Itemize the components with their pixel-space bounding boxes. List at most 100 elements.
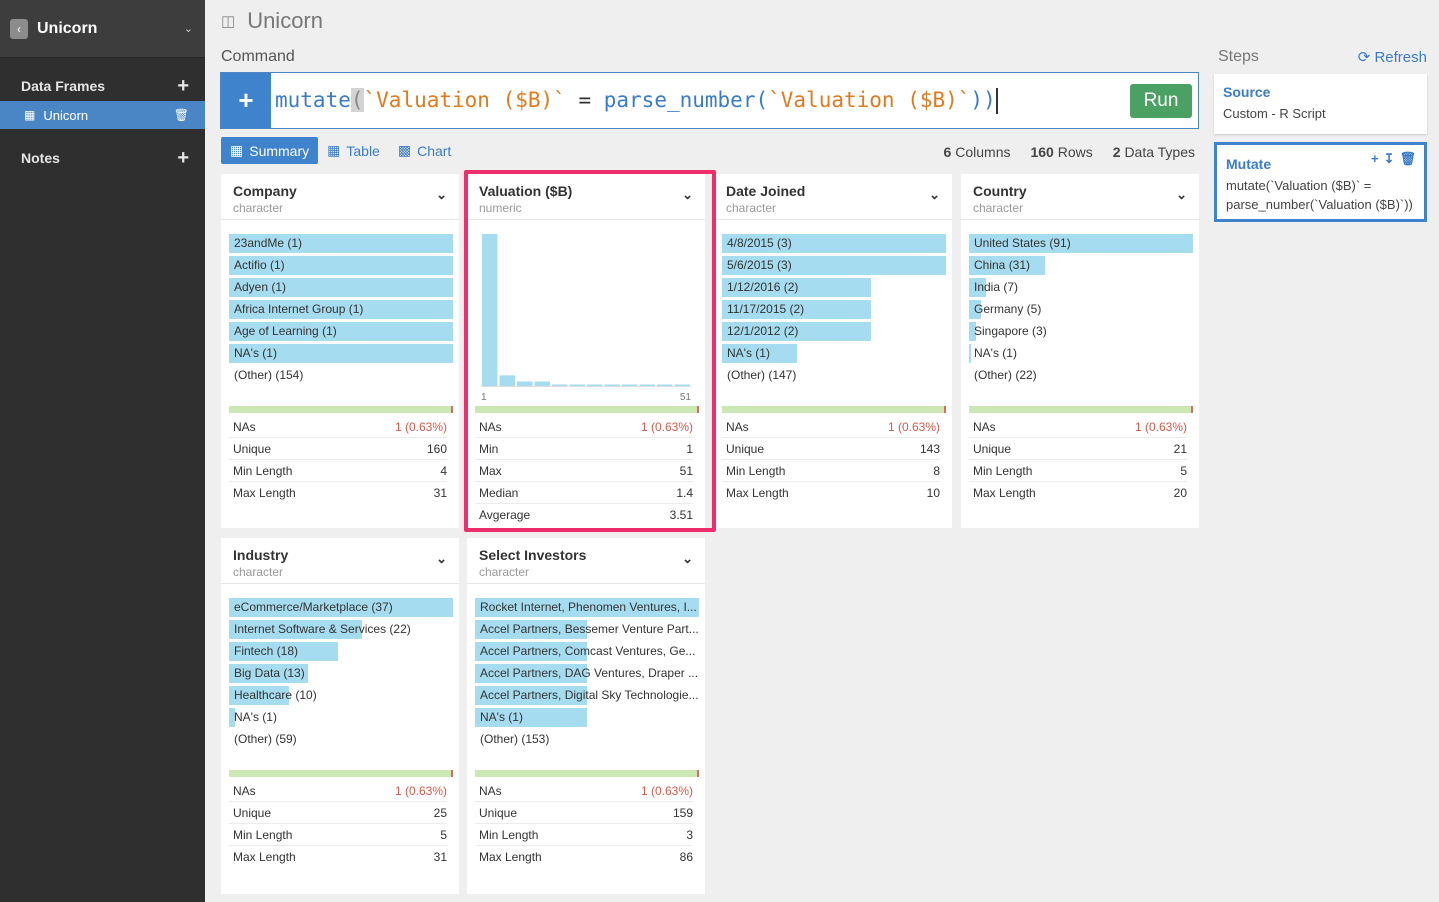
- step-description: Custom - R Script: [1223, 106, 1326, 121]
- value-bar[interactable]: 12/1/2012 (2): [722, 322, 946, 341]
- value-bar[interactable]: Adyen (1): [229, 278, 453, 297]
- histogram-bar[interactable]: [674, 384, 691, 386]
- stat-key: Min Length: [479, 827, 539, 842]
- project-title: Unicorn: [37, 19, 98, 37]
- stat-key: Min: [479, 441, 499, 456]
- value-bar[interactable]: United States (91): [969, 234, 1193, 253]
- value-bar[interactable]: Accel Partners, Digital Sky Technologie.…: [475, 686, 699, 705]
- value-bar[interactable]: NA's (1): [229, 344, 453, 363]
- run-button[interactable]: Run: [1130, 83, 1192, 118]
- stat-key: NAs: [479, 419, 502, 434]
- histogram-bar[interactable]: [657, 384, 673, 386]
- histogram-bar[interactable]: [517, 381, 533, 386]
- histogram-bar[interactable]: [534, 381, 551, 386]
- sidebar-item-label: Unicorn: [43, 107, 89, 123]
- chevron-down-icon[interactable]: ⌄: [436, 187, 447, 203]
- value-bar[interactable]: (Other) (154): [229, 366, 453, 385]
- value-bar[interactable]: NA's (1): [475, 708, 699, 727]
- bar-label: Actifio (1): [234, 258, 285, 272]
- tab-table[interactable]: ▦ Table: [318, 137, 389, 164]
- value-bar[interactable]: NA's (1): [229, 708, 453, 727]
- stats-row: Min Length 4: [229, 460, 447, 482]
- add-note-icon[interactable]: +: [177, 148, 189, 168]
- stat-value: 51: [679, 463, 693, 478]
- value-bar[interactable]: 11/17/2015 (2): [722, 300, 946, 319]
- step-source[interactable]: Source Custom - R Script: [1214, 74, 1427, 134]
- bar-label: 4/8/2015 (3): [727, 236, 792, 250]
- value-bar[interactable]: India (7): [969, 278, 1193, 297]
- bar-label: Accel Partners, Digital Sky Technologie.…: [480, 688, 699, 702]
- back-icon[interactable]: ‹: [10, 18, 28, 39]
- value-bar[interactable]: Africa Internet Group (1): [229, 300, 453, 319]
- histogram-bar[interactable]: [604, 384, 621, 386]
- value-bar[interactable]: NA's (1): [722, 344, 946, 363]
- chevron-down-icon[interactable]: ⌄: [436, 551, 447, 567]
- value-bar[interactable]: (Other) (22): [969, 366, 1193, 385]
- x-max-label: 51: [680, 392, 691, 403]
- value-bar[interactable]: 5/6/2015 (3): [722, 256, 946, 275]
- value-bar[interactable]: Internet Software & Services (22): [229, 620, 453, 639]
- value-bar[interactable]: Actifio (1): [229, 256, 453, 275]
- value-bar[interactable]: 23andMe (1): [229, 234, 453, 253]
- chevron-down-icon[interactable]: ⌄: [184, 22, 193, 35]
- value-bar[interactable]: (Other) (147): [722, 366, 946, 385]
- tab-summary[interactable]: ▦ Summary: [221, 137, 319, 164]
- bar-label: Accel Partners, Bessemer Venture Part...: [480, 622, 699, 636]
- histogram-bar[interactable]: [499, 375, 516, 386]
- bar-label: 11/17/2015 (2): [727, 302, 805, 316]
- value-bar[interactable]: 1/12/2016 (2): [722, 278, 946, 297]
- chevron-down-icon[interactable]: ⌄: [682, 551, 693, 567]
- chevron-down-icon[interactable]: ⌄: [682, 187, 693, 203]
- value-bar[interactable]: Germany (5): [969, 300, 1193, 319]
- command-input[interactable]: mutate(`Valuation ($B)` = parse_number(`…: [271, 87, 1130, 114]
- value-bar[interactable]: (Other) (59): [229, 730, 453, 749]
- histogram-bar[interactable]: [639, 384, 656, 386]
- histogram-bar[interactable]: [587, 384, 603, 386]
- download-icon[interactable]: ↧: [1384, 151, 1395, 167]
- stats-row: Min 1: [475, 438, 693, 460]
- tab-chart[interactable]: ▩ Chart: [389, 137, 460, 164]
- step-mutate[interactable]: + ↧ 🗑 Mutate mutate(`Valuation ($B)` = p…: [1214, 142, 1427, 222]
- add-data-frame-icon[interactable]: +: [177, 76, 189, 96]
- sidebar-item-unicorn[interactable]: ▦ Unicorn 🗑: [0, 101, 205, 129]
- value-bar[interactable]: Age of Learning (1): [229, 322, 453, 341]
- stat-value: 3: [686, 827, 693, 842]
- value-bar[interactable]: NA's (1): [969, 344, 1193, 363]
- stat-key: Max: [479, 463, 502, 478]
- app-window: ‹ Unicorn ⌄ Data Frames + ▦ Unicorn 🗑 No…: [0, 0, 1439, 902]
- value-bar[interactable]: Fintech (18): [229, 642, 453, 661]
- chevron-down-icon[interactable]: ⌄: [1176, 187, 1187, 203]
- stats-row: Max 51: [475, 460, 693, 482]
- stats-row: Unique 143: [722, 438, 940, 460]
- value-bar[interactable]: Accel Partners, DAG Ventures, Draper ...: [475, 664, 699, 683]
- value-bar[interactable]: Big Data (13): [229, 664, 453, 683]
- bar-label: 1/12/2016 (2): [727, 280, 799, 294]
- value-bar[interactable]: Healthcare (10): [229, 686, 453, 705]
- value-bar[interactable]: Accel Partners, Bessemer Venture Part...: [475, 620, 699, 639]
- histogram-bar[interactable]: [482, 234, 498, 386]
- chevron-down-icon[interactable]: ⌄: [929, 187, 940, 203]
- step-description: mutate(`Valuation ($B)` = parse_number(`…: [1226, 178, 1413, 212]
- value-bar[interactable]: Singapore (3): [969, 322, 1193, 341]
- value-bar[interactable]: Rocket Internet, Phenomen Ventures, I...: [475, 598, 699, 617]
- histogram-bar[interactable]: [622, 384, 638, 386]
- column-card: Select Investors character ⌄ Rocket Interne…: [467, 538, 705, 894]
- trash-icon[interactable]: 🗑: [1399, 151, 1416, 167]
- code-string: `Valuation ($B)`: [768, 87, 971, 112]
- value-bar[interactable]: (Other) (153): [475, 730, 699, 749]
- bar-label: NA's (1): [480, 710, 523, 724]
- add-command-icon[interactable]: +: [221, 73, 271, 128]
- histogram-bar[interactable]: [569, 384, 586, 386]
- column-name: Select Investors: [479, 547, 587, 563]
- step-name: Source: [1223, 84, 1271, 100]
- add-step-icon[interactable]: +: [1371, 151, 1379, 167]
- value-bar[interactable]: China (31): [969, 256, 1193, 275]
- trash-icon[interactable]: 🗑: [174, 108, 189, 122]
- refresh-button[interactable]: ⟳ Refresh: [1358, 48, 1427, 66]
- stats-row: NAs 1 (0.63%): [722, 416, 940, 438]
- histogram-bar[interactable]: [552, 384, 568, 386]
- value-bar[interactable]: Accel Partners, Comcast Ventures, Ge...: [475, 642, 699, 661]
- value-bar[interactable]: eCommerce/Marketplace (37): [229, 598, 453, 617]
- value-bar[interactable]: 4/8/2015 (3): [722, 234, 946, 253]
- column-name: Valuation ($B): [479, 183, 573, 199]
